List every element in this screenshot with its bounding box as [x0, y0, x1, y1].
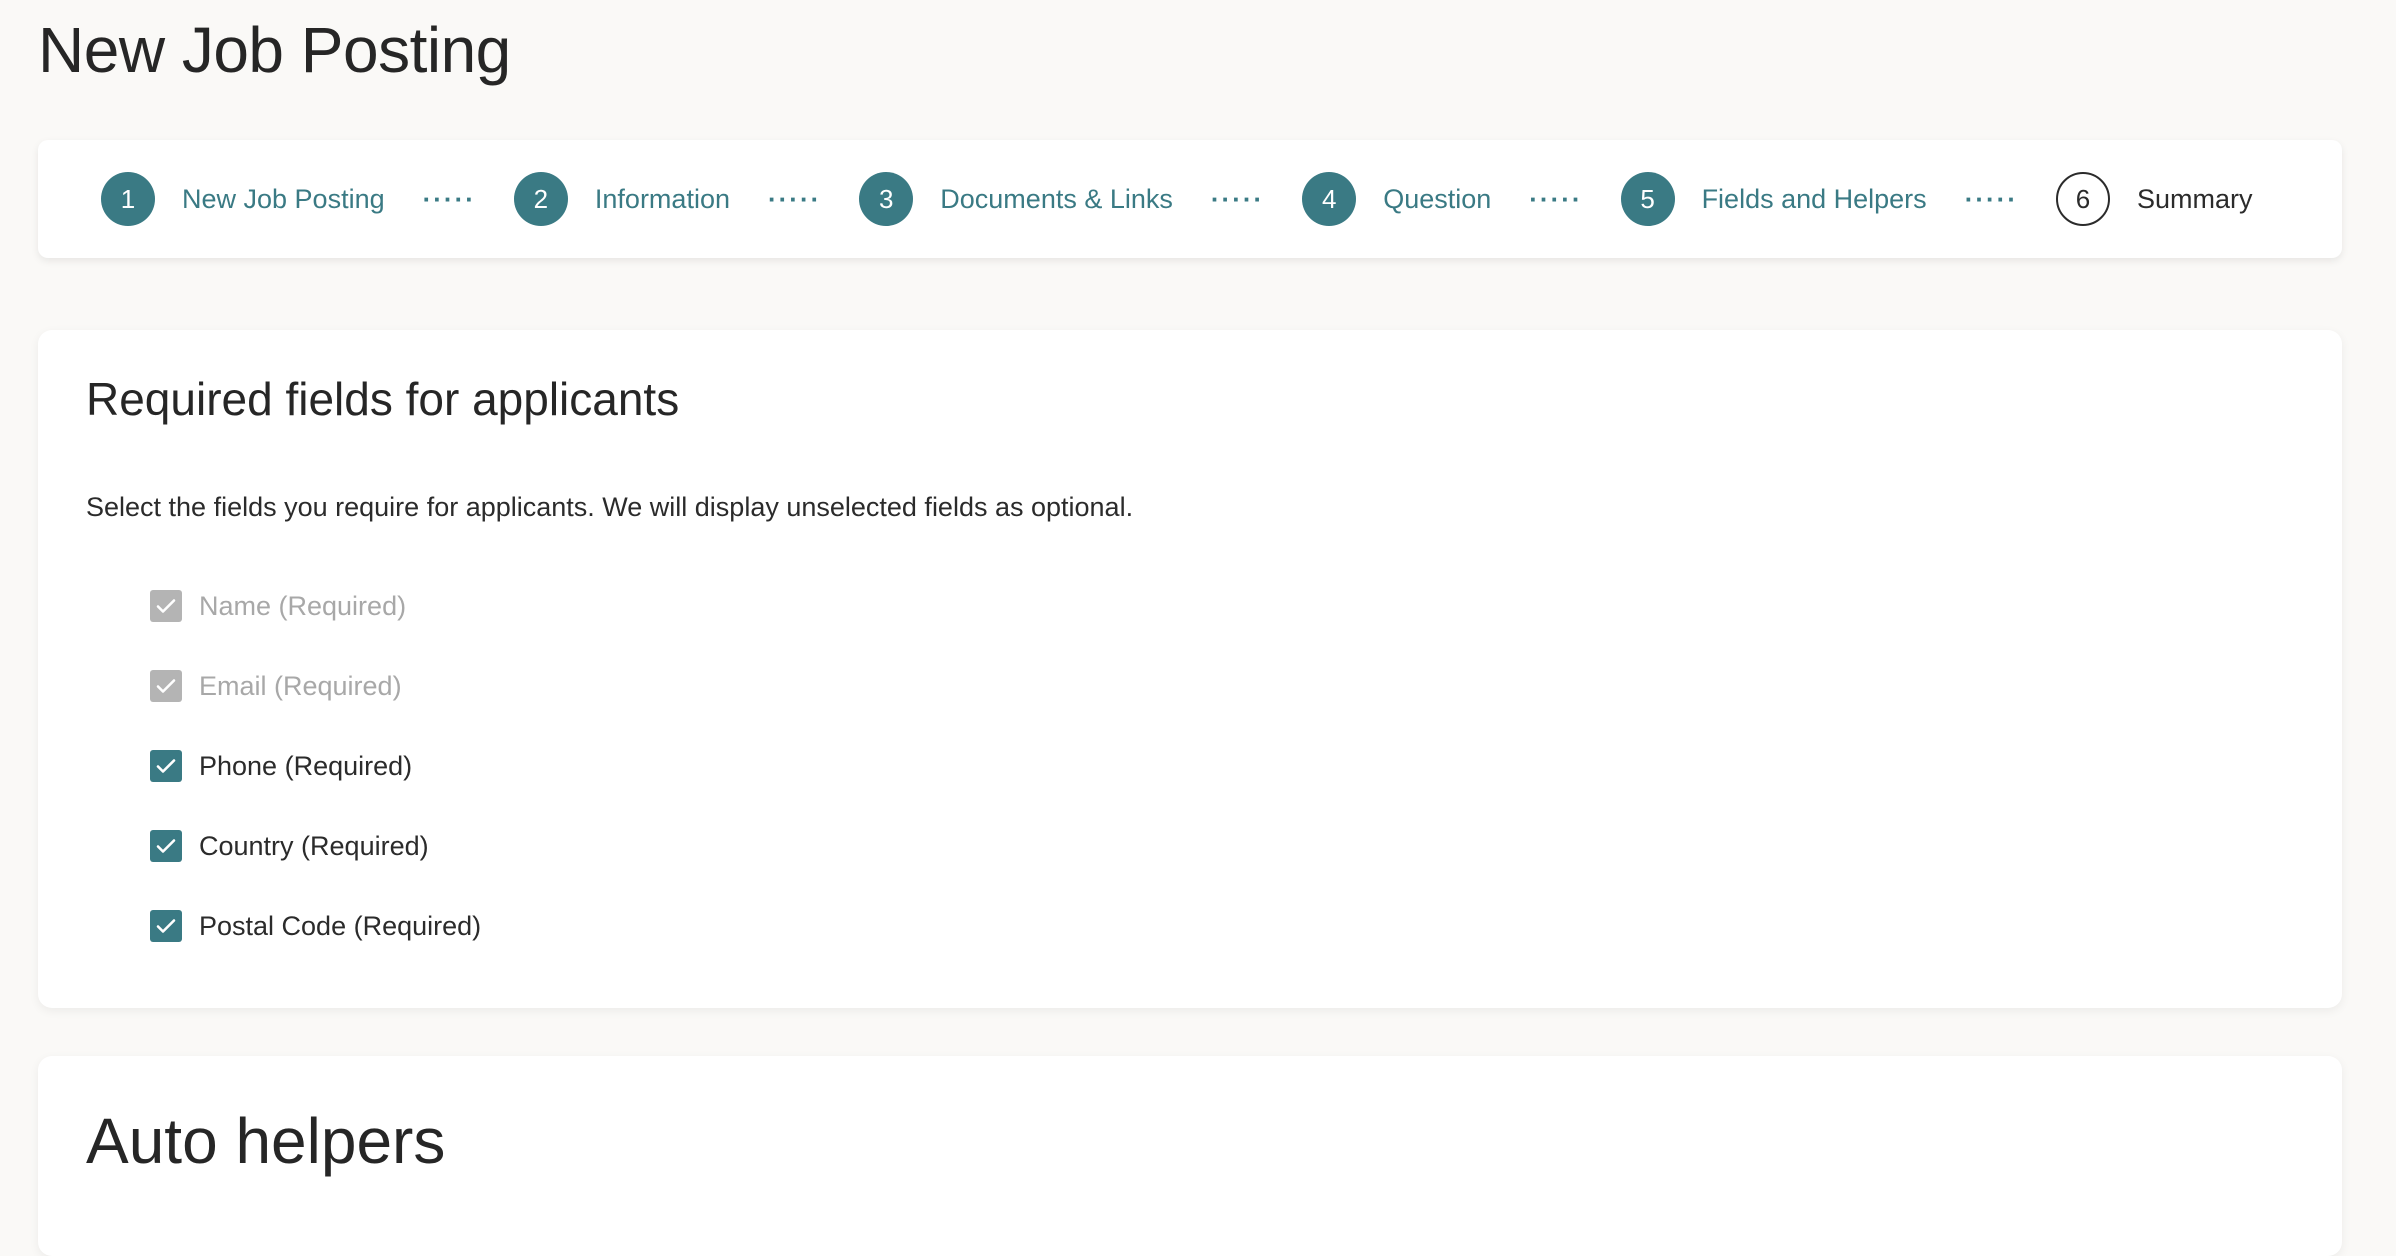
step-number-badge: 3 [859, 172, 914, 226]
auto-helpers-heading: Auto helpers [86, 1105, 446, 1177]
check-icon [156, 839, 176, 853]
step-label: Information [594, 183, 730, 214]
field-label[interactable]: Postal Code (Required) [199, 911, 481, 942]
required-fields-list: Name (Required) Email (Required) Phone (… [150, 566, 481, 966]
country-checkbox[interactable] [150, 830, 182, 862]
postal-code-checkbox[interactable] [150, 910, 182, 942]
step-question[interactable]: 4 Question [1302, 172, 1491, 226]
field-option-phone[interactable]: Phone (Required) [150, 726, 481, 806]
step-number-badge: 4 [1302, 172, 1357, 226]
field-option-email: Email (Required) [150, 646, 481, 726]
required-fields-description: Select the fields you require for applic… [86, 492, 1134, 522]
check-icon [156, 679, 176, 693]
name-checkbox [150, 590, 182, 622]
step-number-badge: 6 [2055, 172, 2110, 226]
step-information[interactable]: 2 Information [513, 172, 730, 226]
progress-stepper: 1 New Job Posting ····· 2 Information ··… [38, 140, 2342, 258]
step-documents-links[interactable]: 3 Documents & Links [859, 172, 1173, 226]
phone-checkbox[interactable] [150, 750, 182, 782]
field-option-name: Name (Required) [150, 566, 481, 646]
required-fields-card: Required fields for applicants Select th… [38, 330, 2342, 1008]
step-label: Question [1383, 183, 1492, 214]
field-label: Name (Required) [199, 590, 407, 621]
step-label: New Job Posting [182, 183, 385, 214]
step-fields-and-helpers[interactable]: 5 Fields and Helpers [1620, 172, 1927, 226]
step-label: Fields and Helpers [1701, 183, 1927, 214]
field-option-postal-code[interactable]: Postal Code (Required) [150, 886, 481, 966]
step-label: Summary [2136, 183, 2253, 214]
step-summary[interactable]: 6 Summary [2055, 172, 2253, 226]
field-option-country[interactable]: Country (Required) [150, 806, 481, 886]
field-label: Email (Required) [199, 670, 402, 701]
step-number-badge: 2 [513, 172, 568, 226]
step-separator: ····· [422, 184, 476, 214]
field-label[interactable]: Country (Required) [199, 831, 429, 862]
step-separator: ····· [1964, 184, 2018, 214]
check-icon [156, 759, 176, 773]
step-separator: ····· [767, 184, 822, 214]
required-fields-heading: Required fields for applicants [86, 373, 680, 425]
check-icon [156, 919, 176, 933]
step-number-badge: 5 [1620, 172, 1675, 226]
email-checkbox [150, 670, 182, 702]
check-icon [156, 599, 176, 613]
auto-helpers-card: Auto helpers [38, 1056, 2342, 1256]
field-label[interactable]: Phone (Required) [199, 751, 412, 782]
step-separator: ····· [1210, 184, 1265, 214]
step-new-job-posting[interactable]: 1 New Job Posting [101, 172, 385, 226]
page-title: New Job Posting [38, 14, 511, 86]
step-number-badge: 1 [101, 172, 155, 226]
step-separator: ····· [1529, 184, 1583, 214]
step-label: Documents & Links [940, 183, 1173, 214]
